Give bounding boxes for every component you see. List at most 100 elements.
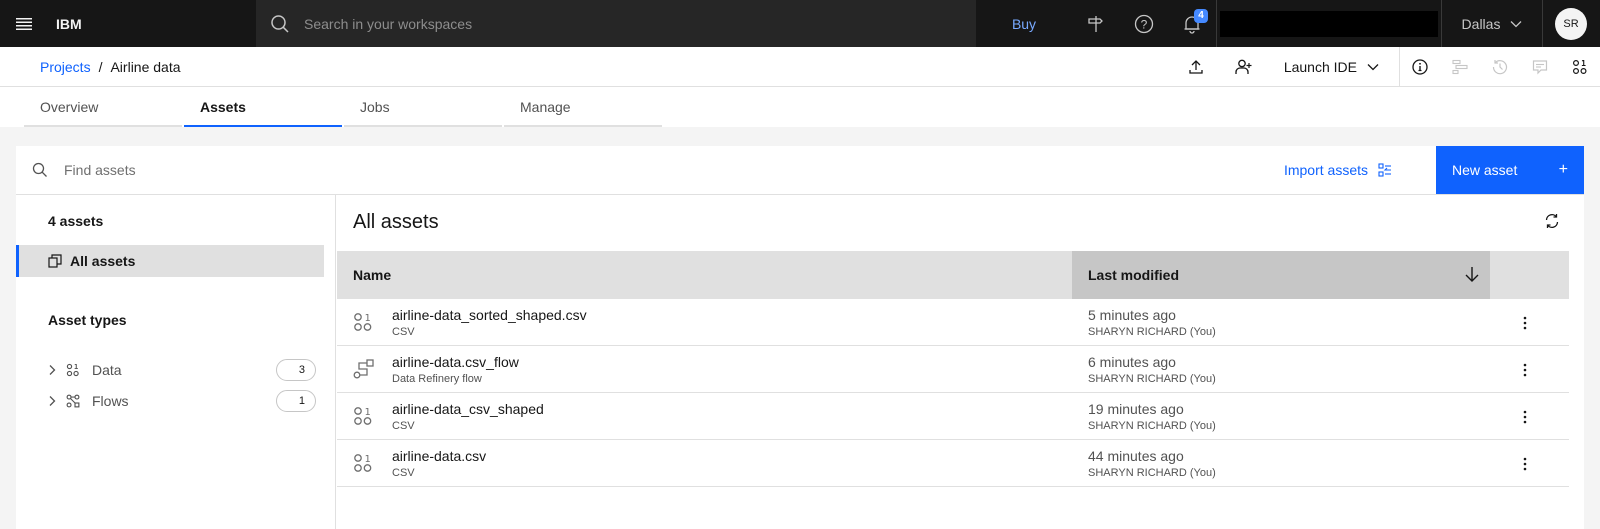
tour-button[interactable] xyxy=(1072,0,1120,47)
history-button[interactable] xyxy=(1480,47,1520,86)
buy-link[interactable]: Buy xyxy=(976,16,1072,32)
info-button[interactable] xyxy=(1400,47,1440,86)
brand-logo[interactable]: IBM xyxy=(56,16,256,32)
modified-time: 44 minutes ago xyxy=(1088,448,1184,464)
data-icon: 1 xyxy=(353,453,373,473)
overflow-menu-button[interactable] xyxy=(1509,452,1541,476)
new-asset-button[interactable]: New asset + xyxy=(1436,146,1584,194)
asset-type: Data Refinery flow xyxy=(392,373,482,385)
svg-text:1: 1 xyxy=(364,313,370,324)
chevron-down-icon xyxy=(1367,63,1379,70)
asset-type-label: Flows xyxy=(92,393,129,409)
tab-overview[interactable]: Overview xyxy=(24,87,182,127)
import-assets-label: Import assets xyxy=(1283,162,1368,178)
data-panel-button[interactable]: 1 xyxy=(1560,47,1600,86)
svg-text:1: 1 xyxy=(1581,59,1586,68)
help-button[interactable]: ? xyxy=(1120,0,1168,47)
overflow-menu-button[interactable] xyxy=(1509,311,1541,335)
table-row[interactable]: 1 airline-data_csv_shaped CSV 19 minutes… xyxy=(337,393,1569,440)
asset-types-title: Asset types xyxy=(48,312,127,328)
modified-time: 19 minutes ago xyxy=(1088,401,1184,417)
info-icon xyxy=(1412,58,1428,75)
global-header: IBM Buy ? 4 Dallas SR xyxy=(0,0,1600,47)
svg-text:1: 1 xyxy=(74,363,78,371)
tab-jobs[interactable]: Jobs xyxy=(344,87,502,127)
asset-type: CSV xyxy=(392,420,415,432)
global-search-input[interactable] xyxy=(304,15,904,32)
region-label: Dallas xyxy=(1461,15,1501,32)
asset-type: CSV xyxy=(392,326,415,338)
column-header-last-modified[interactable]: Last modified xyxy=(1072,251,1490,299)
add-collaborator-button[interactable] xyxy=(1220,47,1268,86)
modified-by: SHARYN RICHARD (You) xyxy=(1088,467,1216,479)
modified-by: SHARYN RICHARD (You) xyxy=(1088,326,1216,338)
asset-type-flows[interactable]: Flows 1 xyxy=(48,389,316,413)
search-icon xyxy=(256,14,304,34)
asset-type-count: 1 xyxy=(276,390,316,412)
svg-text:1: 1 xyxy=(364,407,370,418)
history-icon xyxy=(1492,59,1508,74)
modified-time: 6 minutes ago xyxy=(1088,354,1176,370)
flows-icon xyxy=(66,394,92,408)
table-body: 1 airline-data_sorted_shaped.csv CSV 5 m… xyxy=(337,299,1569,487)
avatar[interactable]: SR xyxy=(1555,7,1587,40)
table-row[interactable]: 1 airline-data_sorted_shaped.csv CSV 5 m… xyxy=(337,299,1569,346)
data-icon: 1 xyxy=(353,406,373,426)
help-icon: ? xyxy=(1134,14,1154,33)
tab-manage[interactable]: Manage xyxy=(504,87,662,127)
table-row[interactable]: airline-data.csv_flow Data Refinery flow… xyxy=(337,346,1569,393)
project-header: Projects / Airline data Launch IDE 1 xyxy=(0,47,1600,87)
nav-all-assets[interactable]: All assets xyxy=(16,245,324,277)
asset-name-link[interactable]: airline-data.csv xyxy=(392,448,486,464)
project-tabs: Overview Assets Jobs Manage xyxy=(0,87,1600,127)
content-title: All assets xyxy=(353,211,439,233)
global-search[interactable] xyxy=(256,0,976,47)
asset-type-count: 3 xyxy=(276,359,316,381)
tab-assets[interactable]: Assets xyxy=(184,87,342,127)
overflow-menu-button[interactable] xyxy=(1509,405,1541,429)
asset-name-link[interactable]: airline-data_sorted_shaped.csv xyxy=(392,307,587,323)
asset-name-link[interactable]: airline-data_csv_shaped xyxy=(392,401,544,417)
menu-button[interactable] xyxy=(0,0,48,47)
comments-button[interactable] xyxy=(1520,47,1560,86)
asset-type-label: Data xyxy=(92,362,122,378)
assets-panel: Import assets New asset + 4 assets All a… xyxy=(16,146,1584,529)
region-selector[interactable]: Dallas xyxy=(1442,16,1542,32)
arrow-down-icon xyxy=(1465,267,1479,282)
find-assets-input[interactable] xyxy=(64,162,664,178)
flow-icon xyxy=(353,359,375,379)
breadcrumb-current: Airline data xyxy=(110,59,181,75)
divider xyxy=(1542,0,1543,47)
notification-badge: 4 xyxy=(1194,9,1208,23)
launch-ide-button[interactable]: Launch IDE xyxy=(1268,47,1399,86)
chevron-right-icon[interactable] xyxy=(48,364,66,376)
asset-type-data[interactable]: 1 Data 3 xyxy=(48,358,316,382)
assets-content: All assets Name Last modified 1 airline-… xyxy=(337,195,1584,529)
redacted-account xyxy=(1220,10,1438,37)
chevron-down-icon xyxy=(1510,20,1522,27)
account-switcher[interactable] xyxy=(1217,0,1441,47)
refresh-button[interactable] xyxy=(1544,213,1560,229)
notifications-button[interactable]: 4 xyxy=(1168,0,1216,47)
upload-button[interactable] xyxy=(1172,47,1220,86)
modified-by: SHARYN RICHARD (You) xyxy=(1088,420,1216,432)
refresh-icon xyxy=(1545,214,1559,228)
copy-icon xyxy=(48,254,62,268)
overflow-menu-icon xyxy=(1523,363,1527,377)
breadcrumb-projects[interactable]: Projects xyxy=(40,59,91,75)
overflow-menu-button[interactable] xyxy=(1509,358,1541,382)
table-row[interactable]: 1 airline-data.csv CSV 44 minutes ago SH… xyxy=(337,440,1569,487)
asset-name-link[interactable]: airline-data.csv_flow xyxy=(392,354,519,370)
asset-count: 4 assets xyxy=(48,213,104,229)
import-assets-button[interactable]: Import assets xyxy=(1284,146,1392,194)
breadcrumb: Projects / Airline data xyxy=(40,59,181,75)
modified-time: 5 minutes ago xyxy=(1088,307,1176,323)
svg-text:1: 1 xyxy=(364,454,370,465)
chevron-right-icon[interactable] xyxy=(48,395,66,407)
data-icon: 1 xyxy=(66,363,92,377)
asset-filter-nav: 4 assets All assets Asset types 1 Data 3… xyxy=(16,195,336,529)
signpost-icon xyxy=(1088,15,1103,32)
lineage-button[interactable] xyxy=(1440,47,1480,86)
column-header-name[interactable]: Name xyxy=(353,267,391,283)
breadcrumb-separator: / xyxy=(98,59,103,75)
